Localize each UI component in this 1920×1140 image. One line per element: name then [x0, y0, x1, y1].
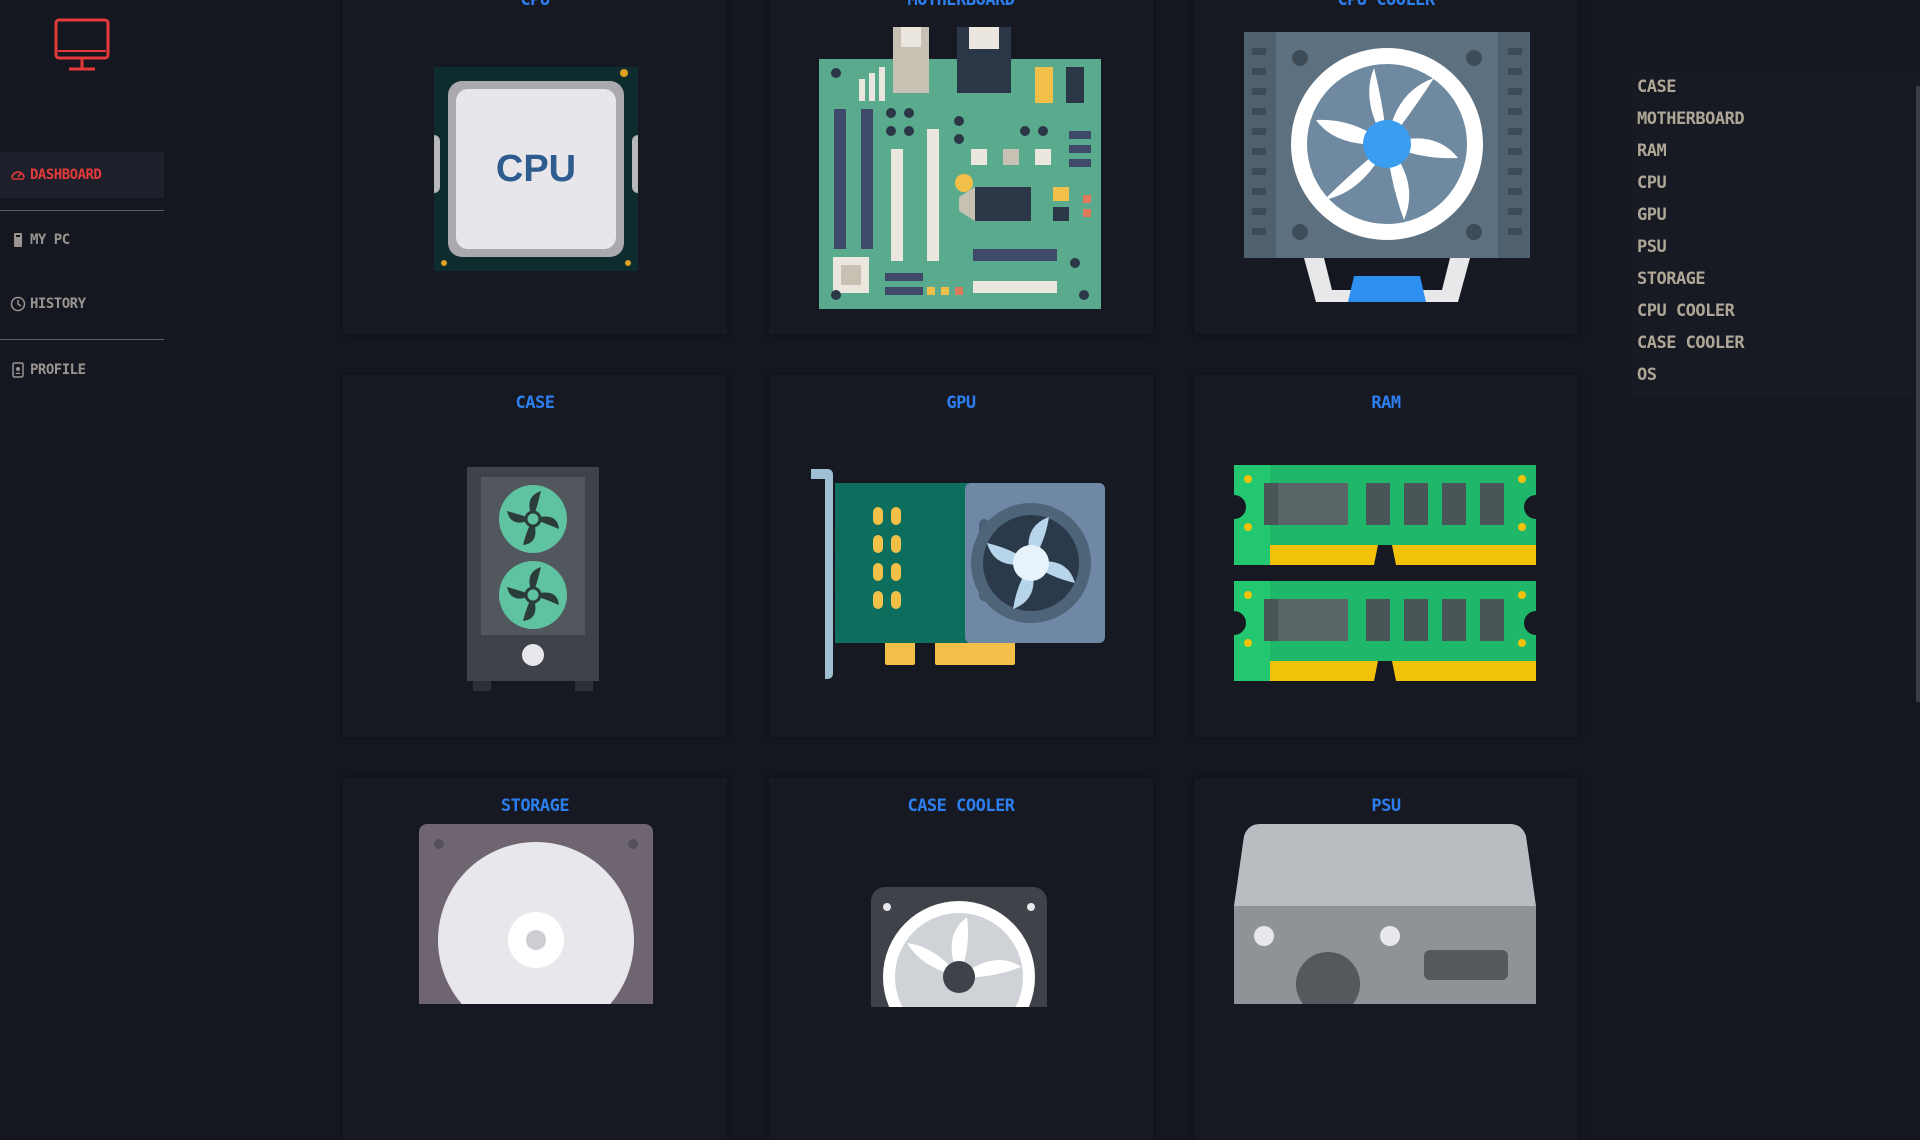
card-title: RAM — [1371, 393, 1401, 413]
nav-dashboard[interactable]: DASHBOARD — [0, 152, 164, 198]
parts-list-item-case-cooler[interactable]: CASE COOLER — [1637, 330, 1745, 356]
speedometer-icon — [11, 171, 25, 180]
part-card-case-cooler[interactable]: CASE COOLER — [769, 778, 1153, 1140]
nav-history-label: HISTORY — [30, 296, 86, 312]
card-title: CASE — [515, 393, 555, 413]
nav-profile-label: PROFILE — [30, 362, 86, 378]
card-title: STORAGE — [500, 796, 570, 816]
part-card-storage[interactable]: STORAGE — [343, 778, 727, 1140]
cpu-chip-icon: CPU — [434, 67, 638, 271]
parts-list-item-motherboard[interactable]: MOTHERBOARD — [1637, 106, 1745, 132]
nav-history[interactable]: HISTORY — [0, 281, 164, 327]
parts-list: CASE MOTHERBOARD RAM CPU GPU PSU STORAGE… — [1632, 72, 1920, 398]
parts-list-item-ram[interactable]: RAM — [1637, 138, 1667, 164]
parts-list-item-case[interactable]: CASE — [1637, 74, 1676, 100]
card-title: CPU COOLER — [1337, 0, 1435, 10]
monitor-icon[interactable] — [54, 18, 110, 72]
parts-list-item-psu[interactable]: PSU — [1637, 234, 1667, 260]
part-card-cpu[interactable]: CPU CPU — [343, 0, 727, 334]
scrollbar[interactable] — [1916, 86, 1920, 702]
parts-list-item-cpu[interactable]: CPU — [1637, 170, 1667, 196]
part-card-psu[interactable]: PSU — [1194, 778, 1578, 1140]
part-card-ram[interactable]: RAM — [1194, 375, 1578, 737]
nav-profile[interactable]: PROFILE — [0, 347, 164, 393]
card-title: CASE COOLER — [907, 796, 1015, 816]
nav-divider — [0, 339, 164, 340]
pc-tower-icon — [14, 233, 22, 247]
sidebar: DASHBOARD MY PC HISTORY PROFILE — [0, 0, 164, 958]
nav-my-pc[interactable]: MY PC — [0, 217, 164, 263]
pc-case-icon — [467, 467, 599, 691]
card-title: GPU — [946, 393, 976, 413]
motherboard-icon — [819, 27, 1101, 309]
card-title: CPU — [520, 0, 550, 10]
part-card-cpu-cooler[interactable]: CPU COOLER — [1194, 0, 1578, 334]
cpu-chip-text: CPU — [496, 148, 576, 190]
clock-icon — [10, 296, 26, 312]
parts-list-item-gpu[interactable]: GPU — [1637, 202, 1667, 228]
part-card-case[interactable]: CASE — [343, 375, 727, 737]
nav-dashboard-label: DASHBOARD — [30, 167, 102, 183]
case-fan-icon — [871, 887, 1047, 1007]
part-card-motherboard[interactable]: MOTHERBOARD — [769, 0, 1153, 334]
graphics-card-icon — [811, 469, 1105, 679]
part-card-gpu[interactable]: GPU — [769, 375, 1153, 737]
parts-list-item-storage[interactable]: STORAGE — [1637, 266, 1706, 292]
nav-divider — [0, 210, 164, 211]
card-title: PSU — [1371, 796, 1401, 816]
parts-list-item-os[interactable]: OS — [1637, 362, 1657, 388]
card-title: MOTHERBOARD — [907, 0, 1015, 10]
parts-list-item-cpu-cooler[interactable]: CPU COOLER — [1637, 298, 1735, 324]
badge-icon — [12, 362, 24, 378]
power-supply-icon — [1234, 824, 1536, 1004]
cpu-cooler-icon — [1244, 32, 1530, 302]
nav-my-pc-label: MY PC — [30, 232, 70, 248]
ram-module-icon — [1234, 465, 1536, 681]
hard-drive-icon — [419, 824, 653, 1004]
